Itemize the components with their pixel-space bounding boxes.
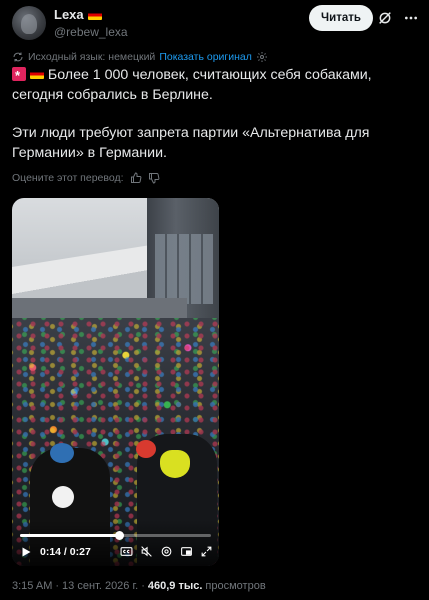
video-duration: 0:27 <box>69 545 91 558</box>
video-controls: 0:14 / 0:27 <box>12 520 219 566</box>
post-header: Lexa @rebew_lexa Читать <box>12 4 419 44</box>
germany-flag-icon <box>29 69 44 79</box>
video-progress-bar[interactable] <box>20 531 211 540</box>
video-control-row: 0:14 / 0:27 <box>20 545 213 558</box>
post-paragraph-1: Более 1 000 человек, считающих себя соба… <box>12 66 417 105</box>
more-options-icon[interactable] <box>403 10 419 26</box>
grok-icon[interactable] <box>377 10 393 26</box>
post-text: Более 1 000 человек, считающих себя соба… <box>12 66 417 182</box>
settings-gear-icon[interactable] <box>160 545 173 558</box>
video-progress-fill <box>20 534 120 537</box>
meta-separator: · <box>141 580 145 592</box>
author-name[interactable]: Lexa <box>54 7 84 22</box>
video-control-icons <box>120 545 213 558</box>
play-icon[interactable] <box>20 546 32 558</box>
post-paragraph-2: Эти люди требуют запрета партии «Альтерн… <box>12 125 370 161</box>
post-time[interactable]: 3:15 AM <box>12 580 52 592</box>
meta-separator: · <box>55 580 60 592</box>
translate-icon <box>13 52 23 62</box>
post-paragraph-1-text: Более 1 000 человек, считающих себя соба… <box>12 67 372 103</box>
gear-icon[interactable] <box>256 51 268 63</box>
post-date[interactable]: 13 сент. 2026 г. <box>62 580 138 592</box>
video-red-mask <box>136 440 156 458</box>
video-blue-mask <box>50 443 74 463</box>
captions-icon[interactable] <box>120 545 133 558</box>
video-progress-handle[interactable] <box>114 531 124 540</box>
video-elapsed: 0:14 <box>40 545 62 558</box>
read-button[interactable]: Читать <box>309 5 373 31</box>
views-label: просмотров <box>205 580 266 592</box>
video-yellow-mask <box>160 450 190 478</box>
video-player[interactable]: 0:14 / 0:27 <box>12 198 219 566</box>
picture-in-picture-icon[interactable] <box>180 545 193 558</box>
rate-translation-label: Оцените этот перевод: <box>12 172 124 184</box>
translation-info: Исходный язык: немецкий Показать оригина… <box>12 51 268 63</box>
avatar[interactable] <box>12 6 46 40</box>
thumbs-up-icon[interactable] <box>130 172 142 184</box>
germany-flag-icon <box>87 9 102 20</box>
video-time: 0:14 / 0:27 <box>40 545 91 558</box>
view-count: 460,9 тыс. <box>147 580 203 592</box>
source-language-label: Исходный язык: немецкий <box>28 51 156 63</box>
rate-translation: Оцените этот перевод: <box>12 172 160 184</box>
fullscreen-icon[interactable] <box>200 545 213 558</box>
author-name-row[interactable]: Lexa <box>54 7 102 22</box>
paw-print <box>52 486 74 508</box>
thumbs-down-icon[interactable] <box>148 172 160 184</box>
mute-icon[interactable] <box>140 545 153 558</box>
mask-emoji-icon <box>12 66 26 86</box>
author-handle[interactable]: @rebew_lexa <box>54 25 128 39</box>
show-original-link[interactable]: Показать оригинал <box>159 51 252 63</box>
post-meta: 3:15 AM · 13 сент. 2026 г. · 460,9 тыс. … <box>12 580 266 592</box>
